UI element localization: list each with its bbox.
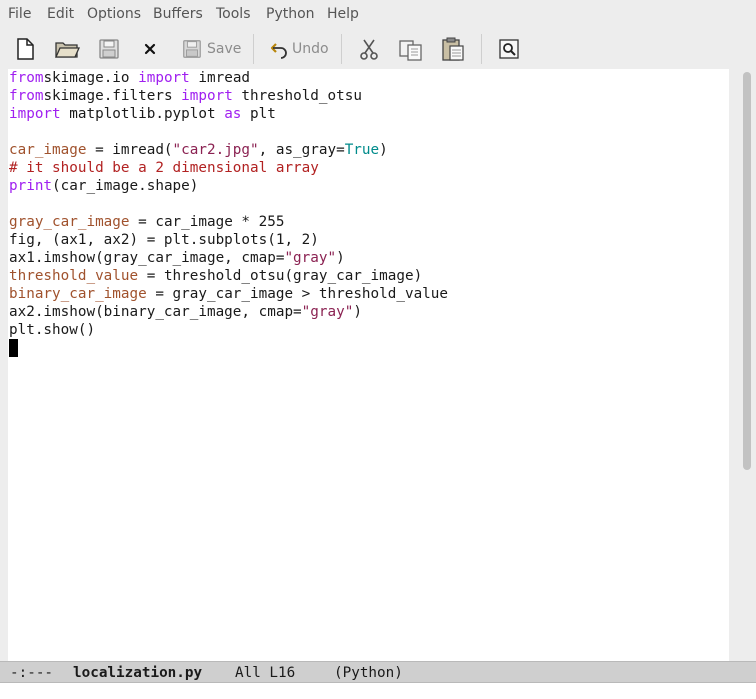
menu-python[interactable]: Python [266, 5, 315, 23]
floppy-icon [99, 39, 119, 59]
buffer-name[interactable]: localization.py [73, 664, 202, 682]
code-line: gray_car_image = car_image * 255 [9, 214, 285, 230]
undo-button[interactable]: Undo [270, 34, 329, 64]
save-label: Save [207, 41, 242, 57]
menu-help[interactable]: Help [327, 5, 359, 23]
toolbar-separator [481, 34, 482, 64]
open-file-button[interactable] [54, 34, 80, 64]
save-icon [183, 40, 201, 58]
code-line: car_image = imread("car2.jpg", as_gray=T… [9, 142, 388, 158]
toolbar-separator [253, 34, 254, 64]
code-line: import matplotlib.pyplot as plt [9, 106, 276, 122]
line-position: All L16 [235, 665, 296, 681]
code-content: fromskimage.io import imread fromskimage.… [9, 69, 729, 357]
echo-area [0, 683, 756, 699]
code-line: fromskimage.io import imread [9, 70, 251, 86]
major-mode[interactable]: (Python) [334, 664, 403, 682]
code-line: fig, (ax1, ax2) = plt.subplots(1, 2) [9, 232, 319, 248]
code-line [9, 339, 729, 357]
search-button[interactable] [497, 34, 521, 64]
close-icon [144, 43, 156, 55]
menu-bar: File Edit Options Buffers Tools Python H… [0, 0, 756, 28]
new-file-button[interactable] [13, 34, 37, 64]
code-line: plt.show() [9, 322, 96, 338]
scissors-icon [360, 39, 378, 60]
menu-tools[interactable]: Tools [216, 5, 251, 23]
code-line: threshold_value = threshold_otsu(gray_ca… [9, 268, 423, 284]
text-buffer[interactable]: fromskimage.io import imread fromskimage.… [8, 69, 729, 661]
code-line: ax2.imshow(binary_car_image, cmap="gray"… [9, 304, 362, 320]
code-line: print(car_image.shape) [9, 178, 199, 194]
menu-edit[interactable]: Edit [47, 5, 74, 23]
text-cursor [9, 339, 18, 357]
vertical-scrollbar[interactable] [743, 72, 751, 470]
code-line: fromskimage.filters import threshold_ots… [9, 88, 362, 104]
menu-file[interactable]: File [8, 5, 31, 23]
toolbar-separator [341, 34, 342, 64]
cut-button[interactable] [358, 34, 380, 64]
toolbar: Save Undo [0, 28, 756, 69]
mode-line: -:--- localization.py All L16 (Python) [0, 661, 756, 683]
buffer-status: -:--- [10, 665, 54, 681]
paste-icon [442, 37, 464, 61]
code-line: binary_car_image = gray_car_image > thre… [9, 286, 448, 302]
paste-button[interactable] [440, 34, 466, 64]
undo-icon [270, 43, 287, 59]
copy-icon [399, 40, 422, 61]
editor-area: fromskimage.io import imread fromskimage.… [0, 69, 756, 661]
menu-options[interactable]: Options [87, 5, 141, 23]
copy-button[interactable] [398, 34, 424, 64]
save-as-button[interactable] [97, 34, 121, 64]
close-buffer-button[interactable] [141, 34, 159, 64]
code-line: ax1.imshow(gray_car_image, cmap="gray") [9, 250, 345, 266]
menu-buffers[interactable]: Buffers [153, 5, 203, 23]
new-file-icon [17, 38, 34, 60]
open-folder-icon [54, 42, 80, 58]
save-button[interactable]: Save [181, 34, 241, 64]
undo-label: Undo [292, 41, 329, 57]
search-icon [499, 39, 519, 59]
code-line: # it should be a 2 dimensional array [9, 160, 319, 176]
